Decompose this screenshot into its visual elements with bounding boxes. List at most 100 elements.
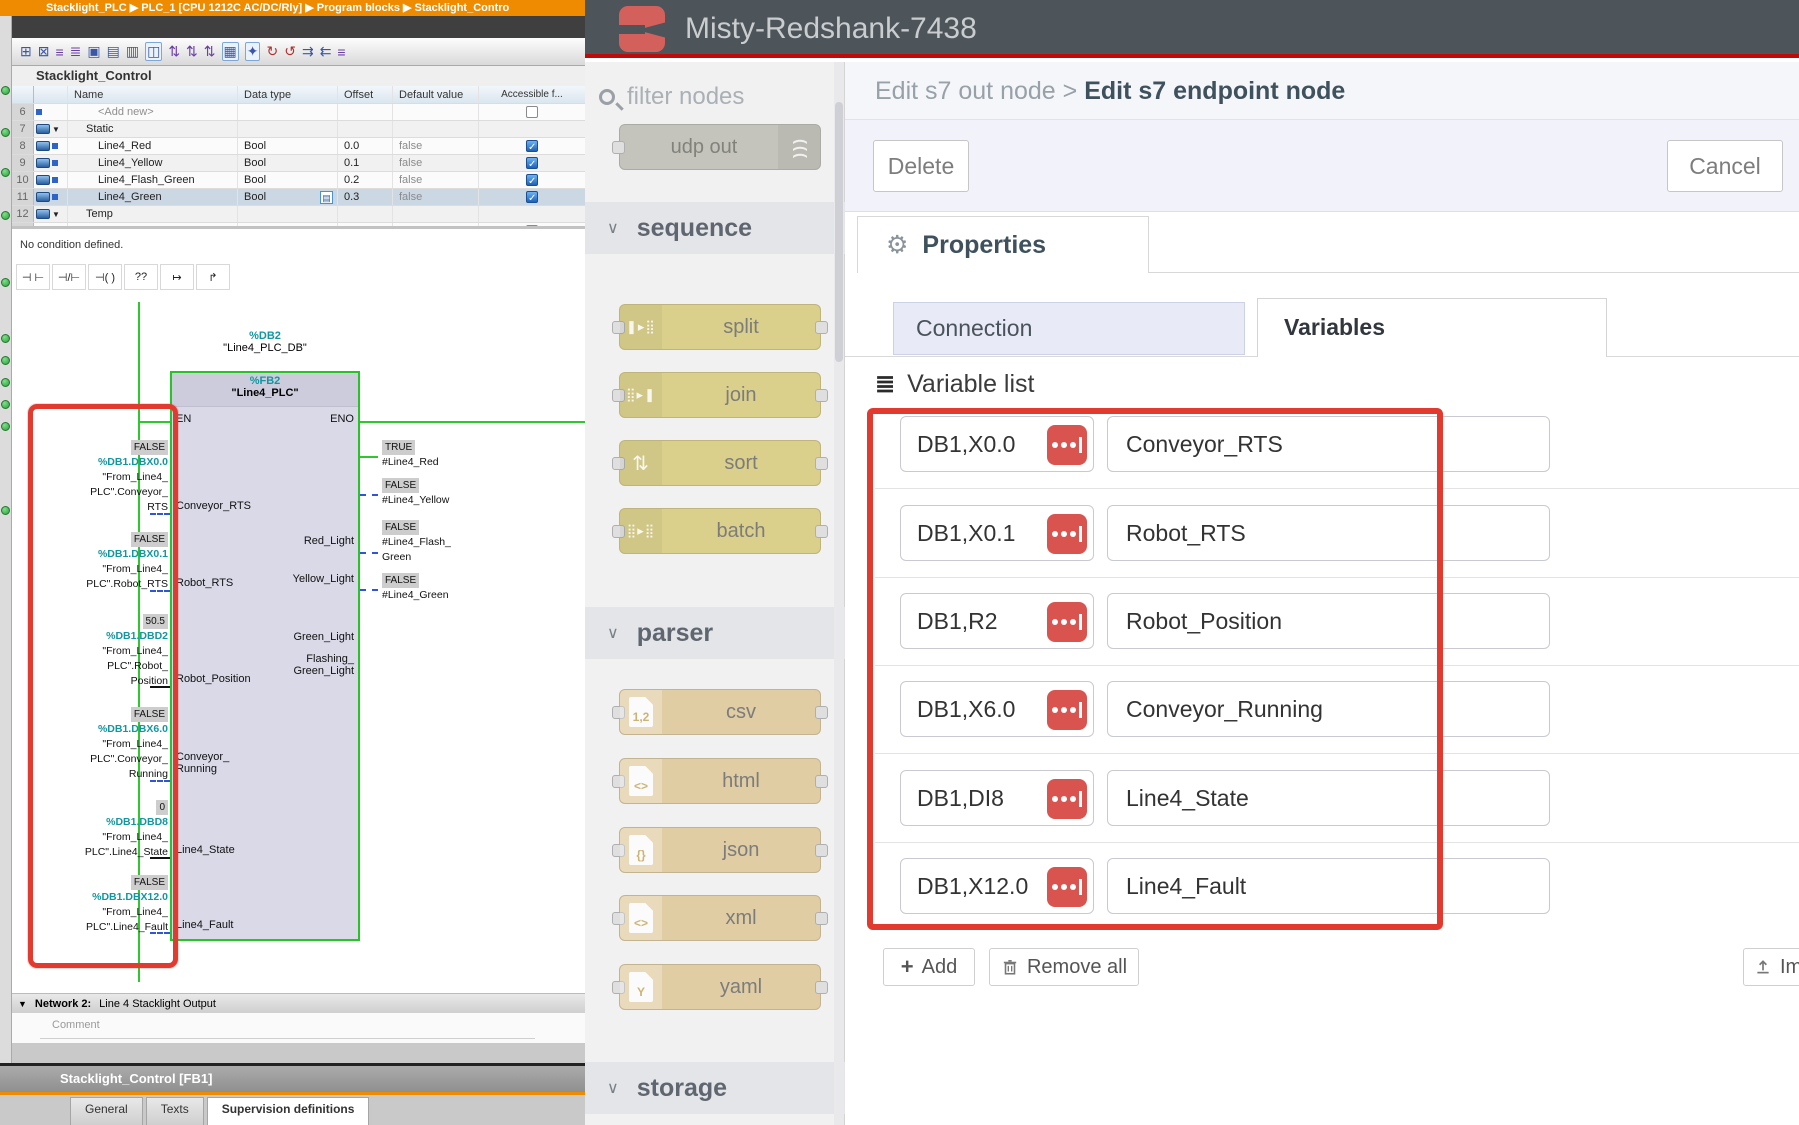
tia-toolbar-icon[interactable]: ✦ — [245, 42, 261, 61]
palette-section-sequence[interactable]: ∨ sequence — [585, 202, 845, 254]
col-header-default[interactable]: Default value — [393, 86, 479, 103]
tab-general[interactable]: General — [70, 1097, 143, 1125]
palette-node-udp-out[interactable]: udp out ))) — [619, 124, 821, 170]
pin-line4-state[interactable]: Line4_State — [176, 844, 235, 856]
pin-robot-rts[interactable]: Robot_RTS — [176, 577, 233, 589]
accessible-checkbox[interactable] — [526, 140, 538, 152]
tia-toolbar-icon[interactable]: ↻ — [266, 43, 278, 60]
col-header-datatype[interactable]: Data type — [238, 86, 338, 103]
accessible-checkbox[interactable] — [526, 174, 538, 186]
tia-toolbar-icon[interactable]: ▤ — [107, 43, 120, 60]
fb-call-block[interactable]: %FB2 "Line4_PLC" EN ENO Conveyor_RTS Rob… — [170, 371, 360, 941]
node-output-port[interactable] — [815, 389, 828, 402]
operand-line4-flash-green[interactable]: FALSE #Line4_Flash_ Green — [382, 520, 451, 565]
palette-node-csv[interactable]: 1,2 csv — [619, 689, 821, 735]
table-row[interactable]: 7 ▼ Static — [12, 121, 585, 138]
accessible-checkbox[interactable] — [526, 157, 538, 169]
fbd-network-canvas[interactable]: %DB2 "Line4_PLC_DB" %FB2 "Line4_PLC" EN … — [12, 292, 585, 993]
pin-conveyor-running[interactable]: Conveyor_ Running — [176, 751, 229, 775]
row-datatype[interactable]: Bool — [238, 138, 338, 154]
db-instance-name[interactable]: "Line4_PLC_DB" — [170, 342, 360, 354]
col-header-name[interactable]: Name — [68, 86, 238, 103]
pin-yellow-light[interactable]: Yellow_Light — [293, 573, 354, 585]
palette-node-xml[interactable]: <> xml — [619, 895, 821, 941]
tia-toolbar-icon[interactable]: ≣ — [70, 43, 82, 60]
tab-connection[interactable]: Connection — [893, 302, 1245, 355]
node-output-port[interactable] — [815, 321, 828, 334]
row-datatype[interactable]: Bool — [244, 191, 266, 203]
palette-scrollbar[interactable] — [834, 62, 844, 1125]
palette-node-batch[interactable]: ⣿▸⣿ batch — [619, 508, 821, 554]
palette-section-parser[interactable]: ∨ parser — [585, 607, 845, 659]
tia-toolbar-icon[interactable]: ▥ — [126, 43, 139, 60]
operand-line4-red[interactable]: TRUE #Line4_Red — [382, 440, 439, 470]
node-output-port[interactable] — [815, 457, 828, 470]
collapse-arrow-icon[interactable]: ▼ — [18, 999, 27, 1009]
tia-toolbar-icon[interactable]: ⇅ — [168, 43, 180, 60]
empty-box-icon[interactable]: ?? — [124, 264, 158, 290]
node-output-port[interactable] — [815, 775, 828, 788]
tia-toolbar-icon[interactable]: ▣ — [87, 43, 100, 60]
node-output-port[interactable] — [815, 525, 828, 538]
row-default[interactable]: false — [393, 189, 479, 205]
node-output-port[interactable] — [815, 844, 828, 857]
row-default[interactable]: false — [393, 172, 479, 188]
operand-line4-yellow[interactable]: FALSE #Line4_Yellow — [382, 478, 449, 508]
tab-texts[interactable]: Texts — [146, 1097, 204, 1125]
row-name[interactable]: Line4_Flash_Green — [68, 172, 238, 188]
breadcrumb[interactable]: Stacklight_PLC ▶ PLC_1 [CPU 1212C AC/DC/… — [12, 0, 585, 16]
node-output-port[interactable] — [815, 912, 828, 925]
pin-conveyor-rts[interactable]: Conveyor_RTS — [176, 500, 251, 512]
row-offset[interactable]: 0.3 — [338, 189, 393, 205]
row-datatype[interactable]: Bool — [238, 172, 338, 188]
remove-all-button[interactable]: Remove all — [989, 948, 1139, 986]
table-row[interactable]: 6 <Add new> — [12, 104, 585, 121]
row-name[interactable]: Static — [68, 121, 238, 137]
pin-eno[interactable]: ENO — [330, 413, 354, 425]
branch-icon[interactable]: ↦ — [160, 264, 194, 290]
palette-node-json[interactable]: {} json — [619, 827, 821, 873]
node-input-port[interactable] — [612, 141, 625, 154]
node-output-port[interactable] — [815, 706, 828, 719]
network-comment-field[interactable]: Comment — [12, 1013, 585, 1043]
tia-toolbar-icon[interactable]: ⇇ — [320, 43, 332, 60]
tab-variables[interactable]: Variables — [1257, 298, 1607, 357]
contact-no-icon[interactable]: ⊣ ⊢ — [16, 264, 50, 290]
tia-toolbar-icon[interactable]: ≡ — [55, 44, 63, 60]
pin-robot-position[interactable]: Robot_Position — [176, 673, 251, 685]
accessible-checkbox[interactable] — [526, 106, 538, 118]
import-button[interactable]: Imp — [1743, 948, 1799, 986]
col-header-offset[interactable]: Offset — [338, 86, 393, 103]
tia-toolbar-icon[interactable]: ◫ — [145, 42, 162, 61]
pin-line4-fault[interactable]: Line4_Fault — [176, 919, 234, 931]
palette-node-split[interactable]: ❚▸⣿ split — [619, 304, 821, 350]
contact-nc-icon[interactable]: ⊣/⊢ — [52, 264, 86, 290]
scrollbar-thumb[interactable] — [835, 102, 843, 362]
coil-icon[interactable]: ⊣( ) — [88, 264, 122, 290]
row-name[interactable]: Line4_Yellow — [68, 155, 238, 171]
table-row-selected[interactable]: 11 Line4_Green Bool▤ 0.3 false — [12, 189, 585, 206]
row-default[interactable]: false — [393, 138, 479, 154]
row-name[interactable]: <Add new> — [68, 104, 238, 120]
datatype-picker-icon[interactable]: ▤ — [320, 191, 333, 204]
pin-flashing-green-light[interactable]: Flashing_ Green_Light — [293, 653, 354, 677]
row-offset[interactable]: 0.1 — [338, 155, 393, 171]
node-output-port[interactable] — [815, 981, 828, 994]
db-instance-address[interactable]: %DB2 — [170, 330, 360, 342]
delete-button[interactable]: Delete — [873, 140, 969, 192]
table-row[interactable]: 9 Line4_Yellow Bool 0.1 false — [12, 155, 585, 172]
row-offset[interactable]: 0.2 — [338, 172, 393, 188]
operand-line4-green[interactable]: FALSE #Line4_Green — [382, 573, 449, 603]
palette-node-join[interactable]: ⣿▸❚ join — [619, 372, 821, 418]
table-row[interactable]: 12 ▼ Temp — [12, 206, 585, 223]
table-row[interactable]: 10 Line4_Flash_Green Bool 0.2 false — [12, 172, 585, 189]
network-2-header[interactable]: ▼ Network 2: Line 4 Stacklight Output — [12, 993, 585, 1013]
tab-properties[interactable]: ⚙ Properties — [857, 216, 1149, 273]
tia-toolbar-icon[interactable]: ⇉ — [302, 43, 314, 60]
tia-toolbar-icon[interactable]: ▦ — [222, 42, 239, 61]
col-header-accessible[interactable]: Accessible f... — [479, 86, 585, 103]
tia-toolbar-icon[interactable]: ⊠ — [38, 43, 50, 60]
row-name[interactable]: Line4_Red — [68, 138, 238, 154]
palette-node-yaml[interactable]: Y yaml — [619, 964, 821, 1010]
tia-toolbar-icon[interactable]: ⇅ — [204, 43, 216, 60]
